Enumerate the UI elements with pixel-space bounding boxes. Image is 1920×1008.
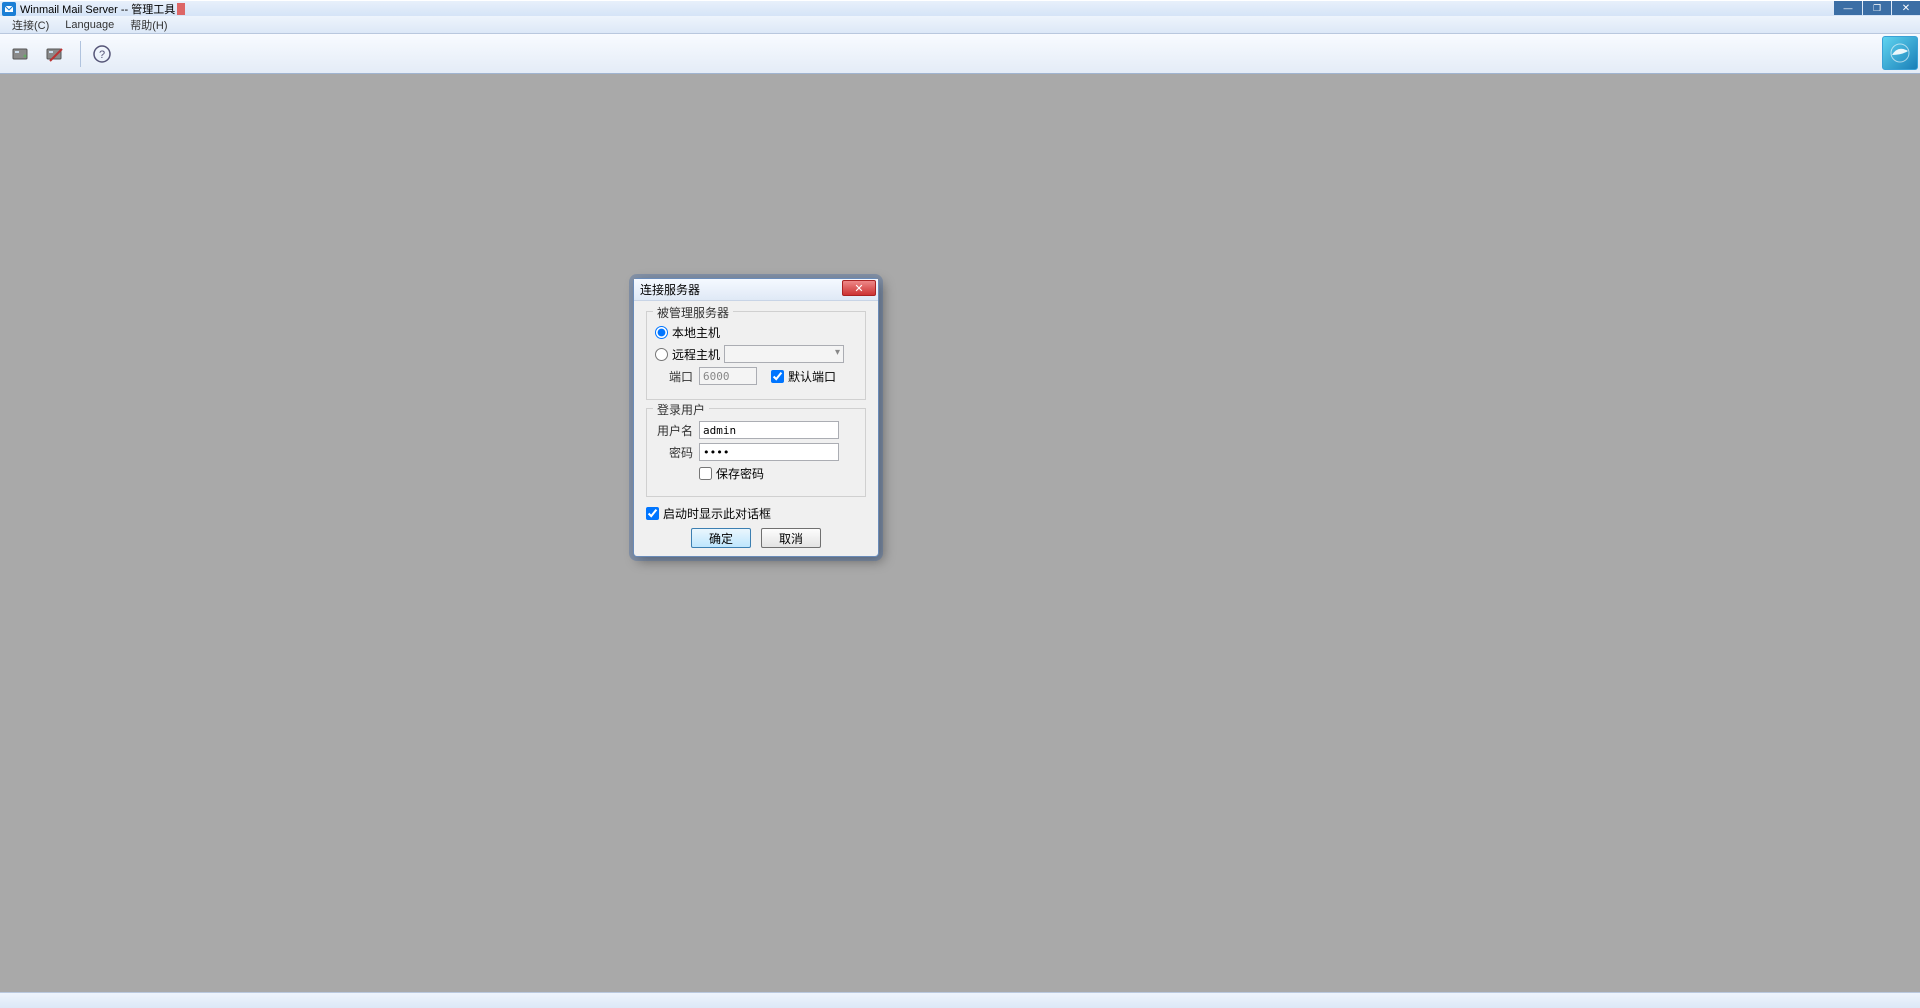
toolbar-separator — [80, 41, 81, 67]
show-on-startup-row: 启动时显示此对话框 — [646, 505, 866, 522]
window-controls — [1833, 1, 1920, 15]
login-user-group-title: 登录用户 — [653, 401, 709, 418]
default-port-checkbox[interactable] — [771, 370, 784, 383]
menu-connect[interactable]: 连接(C) — [4, 16, 57, 34]
server-connect-icon[interactable] — [6, 39, 36, 69]
port-label: 端口 — [655, 368, 693, 385]
dialog-close-button[interactable]: ✕ — [842, 280, 876, 296]
default-port-label: 默认端口 — [788, 368, 836, 385]
maximize-button[interactable] — [1863, 1, 1891, 15]
minimize-button[interactable] — [1834, 1, 1862, 15]
remote-host-label: 远程主机 — [672, 346, 720, 363]
dialog-titlebar[interactable]: 连接服务器 ✕ — [634, 279, 878, 301]
dialog-body: 被管理服务器 本地主机 远程主机 端口 默认端口 登录用户 — [634, 301, 878, 556]
connect-server-dialog: 连接服务器 ✕ 被管理服务器 本地主机 远程主机 端口 默认端 — [633, 278, 879, 557]
ok-button[interactable]: 确定 — [691, 528, 751, 548]
server-disconnect-icon[interactable] — [40, 39, 70, 69]
local-host-label: 本地主机 — [672, 324, 720, 341]
username-label: 用户名 — [655, 422, 693, 439]
password-input[interactable] — [699, 443, 839, 461]
managed-server-group: 被管理服务器 本地主机 远程主机 端口 默认端口 — [646, 311, 866, 400]
port-input[interactable] — [699, 367, 757, 385]
menu-language[interactable]: Language — [57, 18, 122, 32]
help-icon[interactable]: ? — [87, 39, 117, 69]
save-password-row: 保存密码 — [699, 465, 857, 482]
dialog-buttons: 确定 取消 — [646, 528, 866, 548]
username-input[interactable] — [699, 421, 839, 439]
show-on-startup-label: 启动时显示此对话框 — [663, 505, 771, 522]
username-row: 用户名 — [655, 421, 857, 439]
remote-host-row: 远程主机 — [655, 345, 857, 363]
local-host-row: 本地主机 — [655, 324, 857, 341]
window-close-button[interactable] — [1892, 1, 1920, 15]
port-row: 端口 默认端口 — [655, 367, 857, 385]
svg-text:?: ? — [99, 49, 105, 61]
app-logo-icon — [1882, 36, 1918, 70]
cancel-button[interactable]: 取消 — [761, 528, 821, 548]
managed-server-group-title: 被管理服务器 — [653, 304, 733, 321]
remote-host-combo[interactable] — [724, 345, 844, 363]
save-password-label: 保存密码 — [716, 465, 764, 482]
window-title: Winmail Mail Server -- 管理工具 — [20, 1, 175, 17]
statusbar — [0, 992, 1920, 1008]
window-titlebar: Winmail Mail Server -- 管理工具 — [0, 0, 1920, 16]
dialog-title: 连接服务器 — [640, 281, 700, 298]
show-on-startup-checkbox[interactable] — [646, 507, 659, 520]
password-label: 密码 — [655, 444, 693, 461]
save-password-checkbox[interactable] — [699, 467, 712, 480]
title-accent — [177, 3, 185, 15]
toolbar: ? — [0, 34, 1920, 74]
remote-host-radio[interactable] — [655, 348, 668, 361]
app-icon — [2, 2, 16, 16]
local-host-radio[interactable] — [655, 326, 668, 339]
menubar: 连接(C) Language 帮助(H) — [0, 16, 1920, 34]
password-row: 密码 — [655, 443, 857, 461]
login-user-group: 登录用户 用户名 密码 保存密码 — [646, 408, 866, 497]
menu-help[interactable]: 帮助(H) — [122, 16, 175, 34]
mdi-workspace — [0, 74, 1920, 992]
